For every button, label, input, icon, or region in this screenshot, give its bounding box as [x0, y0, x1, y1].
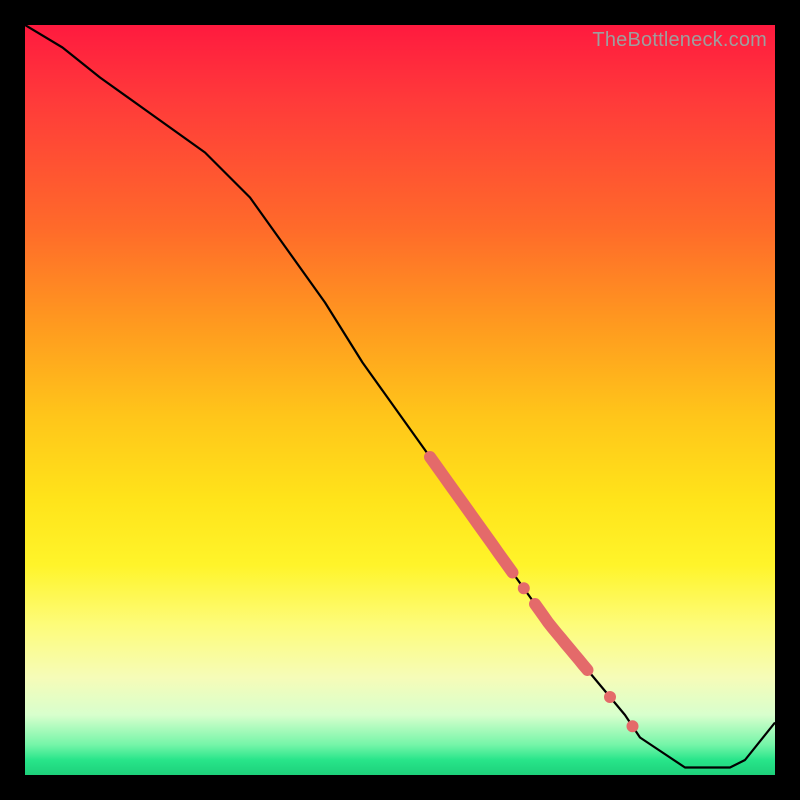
highlight-segment: [535, 604, 588, 670]
chart-frame: TheBottleneck.com: [0, 0, 800, 800]
highlight-dot: [604, 691, 616, 703]
highlight-segment: [430, 457, 513, 573]
chart-svg: [25, 25, 775, 775]
plot-area: TheBottleneck.com: [25, 25, 775, 775]
highlight-dot: [518, 582, 530, 594]
bottleneck-curve: [25, 25, 775, 768]
highlight-markers: [430, 457, 639, 732]
highlight-dot: [627, 720, 639, 732]
